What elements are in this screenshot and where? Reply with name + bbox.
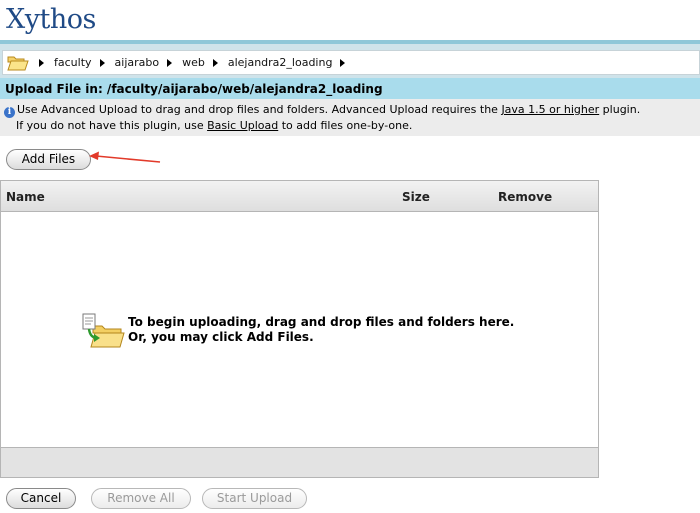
info-message: i Use Advanced Upload to drag and drop fi… [0,99,700,136]
breadcrumb-item-web[interactable]: web [182,56,205,69]
upload-folder-icon [82,313,125,348]
info-text-2: If you do not have this plugin, use [16,119,208,132]
drop-zone-message: To begin uploading, drag and drop files … [128,315,514,345]
java-link[interactable]: Java 1.5 or higher [501,103,599,116]
file-list-panel[interactable]: Name Size Remove To begin uploading, dra… [0,180,599,478]
info-icon: i [4,107,15,118]
basic-upload-link[interactable]: Basic Upload [207,119,278,132]
info-text-1: Use Advanced Upload to drag and drop fil… [17,103,502,116]
breadcrumb-arrow-icon[interactable] [39,58,44,67]
annotation-arrow-icon [89,151,161,163]
breadcrumb: faculty aijarabo web alejandra2_loading [2,50,700,75]
breadcrumb-item-alejandra2-loading[interactable]: alejandra2_loading [228,56,333,69]
breadcrumb-arrow-icon[interactable] [340,58,346,67]
upload-title: Upload File in: /faculty/aijarabo/web/al… [0,78,700,99]
file-list-footer [1,447,598,477]
xythos-logo: Xythos [6,4,96,35]
file-list-header: Name Size Remove [1,181,598,212]
breadcrumb-item-faculty[interactable]: faculty [54,56,92,69]
breadcrumb-item-aijarabo[interactable]: aijarabo [115,56,160,69]
cancel-button[interactable]: Cancel [6,488,76,509]
info-text-2-suffix: to add files one-by-one. [278,119,413,132]
drop-zone-line-2: Or, you may click Add Files. [128,330,314,344]
breadcrumb-arrow-icon[interactable] [99,58,105,67]
column-header-size: Size [402,190,430,204]
column-header-name: Name [6,190,45,204]
drop-zone[interactable]: To begin uploading, drag and drop files … [81,311,541,351]
breadcrumb-arrow-icon[interactable] [167,58,173,67]
add-files-button[interactable]: Add Files [6,149,91,170]
breadcrumb-arrow-icon[interactable] [212,58,218,67]
column-header-remove: Remove [498,190,553,204]
breadcrumb-bar: faculty aijarabo web alejandra2_loading [0,40,700,78]
drop-zone-line-1: To begin uploading, drag and drop files … [128,315,515,329]
start-upload-button[interactable]: Start Upload [202,488,307,509]
info-text-1-suffix: plugin. [599,103,641,116]
remove-all-button[interactable]: Remove All [91,488,191,509]
folder-open-icon[interactable] [7,54,31,72]
